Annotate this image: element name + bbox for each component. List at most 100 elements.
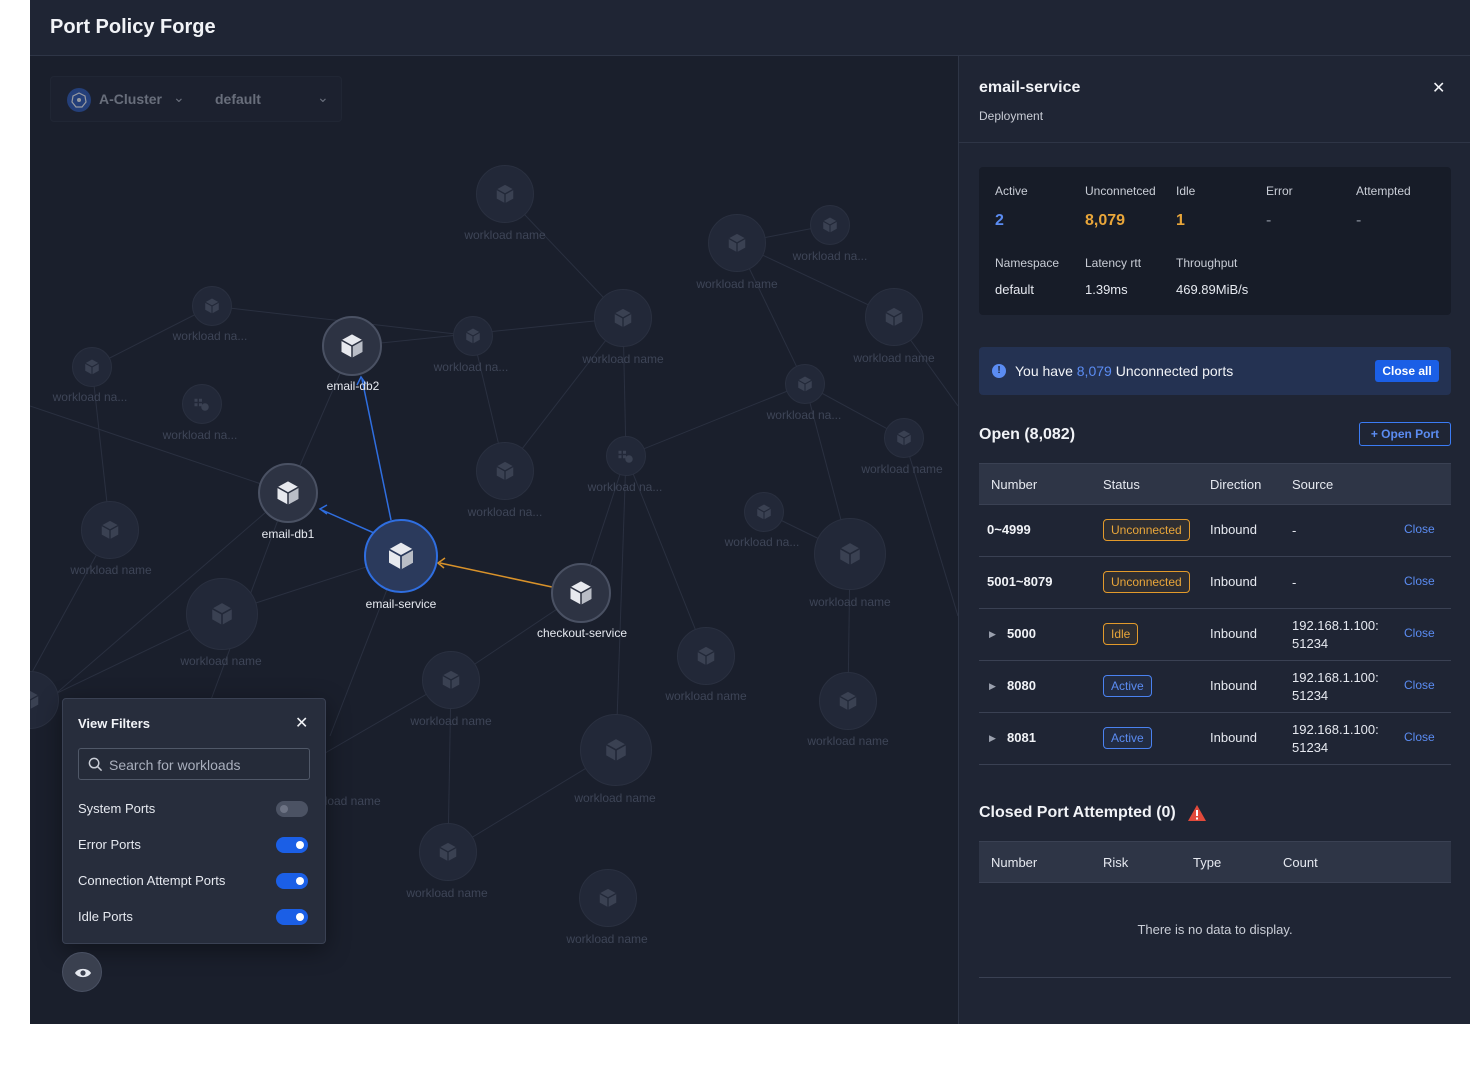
workload-node[interactable] <box>884 418 924 458</box>
idle-ports-toggle[interactable] <box>276 909 308 925</box>
close-all-button[interactable]: Close all <box>1375 360 1439 382</box>
workload-node[interactable] <box>192 286 232 326</box>
workload-node[interactable] <box>453 316 493 356</box>
column-header[interactable]: Number <box>991 477 1037 492</box>
workload-name: email-service <box>979 79 1081 96</box>
column-header[interactable]: Status <box>1103 477 1140 492</box>
column-header[interactable]: Number <box>991 855 1037 870</box>
column-header[interactable]: Risk <box>1103 855 1128 870</box>
email-service-node[interactable] <box>364 519 438 593</box>
checkout-service-node[interactable] <box>551 563 611 623</box>
workload-node-label: workload name <box>696 277 778 291</box>
cube-icon <box>728 233 746 253</box>
workload-node[interactable] <box>594 289 652 347</box>
cube-icon <box>439 842 457 862</box>
close-port-link[interactable]: Close <box>1404 574 1435 588</box>
cube-icon <box>442 670 460 690</box>
filter-row-system-ports: System Ports <box>78 799 308 819</box>
workload-node[interactable] <box>785 364 825 404</box>
info-icon: ! <box>992 364 1006 378</box>
expand-caret-icon[interactable]: ▶ <box>989 681 996 692</box>
workload-node-label: workload na... <box>724 535 800 549</box>
cube-icon <box>204 298 220 314</box>
close-port-link[interactable]: Close <box>1404 522 1435 536</box>
workload-node[interactable] <box>865 288 923 346</box>
status-badge: Active <box>1103 675 1152 697</box>
workload-node-label: workload na... <box>766 408 842 422</box>
port-source: - <box>1292 523 1297 538</box>
port-number: 8080 <box>1007 678 1036 693</box>
workload-node[interactable] <box>476 165 534 223</box>
status-badge: Active <box>1103 727 1152 749</box>
workload-node[interactable] <box>419 823 477 881</box>
error-ports-toggle[interactable] <box>276 837 308 853</box>
email-db2-node[interactable] <box>322 316 382 376</box>
workload-search-field[interactable] <box>78 748 310 780</box>
chevron-down-icon[interactable]: ⌄ <box>173 89 185 106</box>
expand-caret-icon[interactable]: ▶ <box>989 733 996 744</box>
table-row: ▶ 8080 Active Inbound 192.168.1.100: 5123… <box>979 661 1451 713</box>
cube-icon <box>797 376 813 392</box>
workload-node-label: workload name <box>410 714 492 728</box>
email-db1-node[interactable] <box>258 463 318 523</box>
workload-node[interactable] <box>422 651 480 709</box>
close-icon[interactable]: ✕ <box>295 713 308 733</box>
filter-label: Error Ports <box>78 837 141 852</box>
cluster-selector[interactable]: A-Cluster ⌄ default ⌄ <box>50 76 342 122</box>
notice-prefix: You have <box>1015 363 1073 379</box>
column-header[interactable]: Type <box>1193 855 1221 870</box>
connection-attempt-ports-toggle[interactable] <box>276 873 308 889</box>
chevron-down-icon[interactable]: ⌄ <box>317 89 329 106</box>
table-row: ▶ 5000 Idle Inbound 192.168.1.100: 51234 … <box>979 609 1451 661</box>
close-port-link[interactable]: Close <box>1404 626 1435 640</box>
active-label: Active <box>995 184 1028 198</box>
cube-icon <box>599 888 617 908</box>
graph-canvas[interactable]: A-Cluster ⌄ default ⌄ workload name work… <box>30 56 958 1024</box>
workload-node[interactable] <box>81 501 139 559</box>
divider <box>959 142 1470 143</box>
workload-node[interactable] <box>182 384 222 424</box>
cluster-name[interactable]: A-Cluster <box>99 91 162 107</box>
warning-triangle-icon <box>1188 805 1206 821</box>
top-bar: Port Policy Forge <box>30 0 1470 56</box>
namespace-name[interactable]: default <box>215 91 261 107</box>
close-port-link[interactable]: Close <box>1404 730 1435 744</box>
workload-node[interactable] <box>810 205 850 245</box>
search-input[interactable] <box>109 755 305 775</box>
kubernetes-icon <box>67 88 91 112</box>
open-port-button[interactable]: + Open Port <box>1359 422 1451 446</box>
port-direction: Inbound <box>1210 522 1257 537</box>
workload-node[interactable] <box>579 869 637 927</box>
workload-node[interactable] <box>606 436 646 476</box>
attempted-value: - <box>1356 212 1362 229</box>
email-db1-label: email-db1 <box>261 527 315 541</box>
close-port-link[interactable]: Close <box>1404 678 1435 692</box>
workload-node[interactable] <box>819 672 877 730</box>
latency-label: Latency rtt <box>1085 256 1142 270</box>
source-port: 51234 <box>1292 688 1329 703</box>
workload-node-label: workload name <box>582 352 664 366</box>
workload-node[interactable] <box>708 214 766 272</box>
filter-row-connection-attempt-ports: Connection Attempt Ports <box>78 871 308 891</box>
column-header[interactable]: Count <box>1283 855 1318 870</box>
close-icon[interactable]: ✕ <box>1432 78 1445 98</box>
cube-icon <box>277 481 299 505</box>
filter-label: System Ports <box>78 801 156 816</box>
view-filters-button[interactable] <box>62 952 102 992</box>
port-direction: Inbound <box>1210 574 1257 589</box>
cube-icon <box>822 217 838 233</box>
workload-node[interactable] <box>186 578 258 650</box>
system-ports-toggle[interactable] <box>276 801 308 817</box>
workload-node[interactable] <box>677 627 735 685</box>
workload-node-label: workload name <box>566 932 648 946</box>
workload-node[interactable] <box>72 347 112 387</box>
workload-node[interactable] <box>744 492 784 532</box>
column-header[interactable]: Direction <box>1210 477 1261 492</box>
workload-node[interactable] <box>476 442 534 500</box>
workload-node[interactable] <box>580 714 652 786</box>
expand-caret-icon[interactable]: ▶ <box>989 629 996 640</box>
column-header[interactable]: Source <box>1292 477 1333 492</box>
port-source: 192.168.1.100: 51234 <box>1292 669 1379 705</box>
workload-node[interactable] <box>814 518 886 590</box>
cube-icon <box>84 359 100 375</box>
